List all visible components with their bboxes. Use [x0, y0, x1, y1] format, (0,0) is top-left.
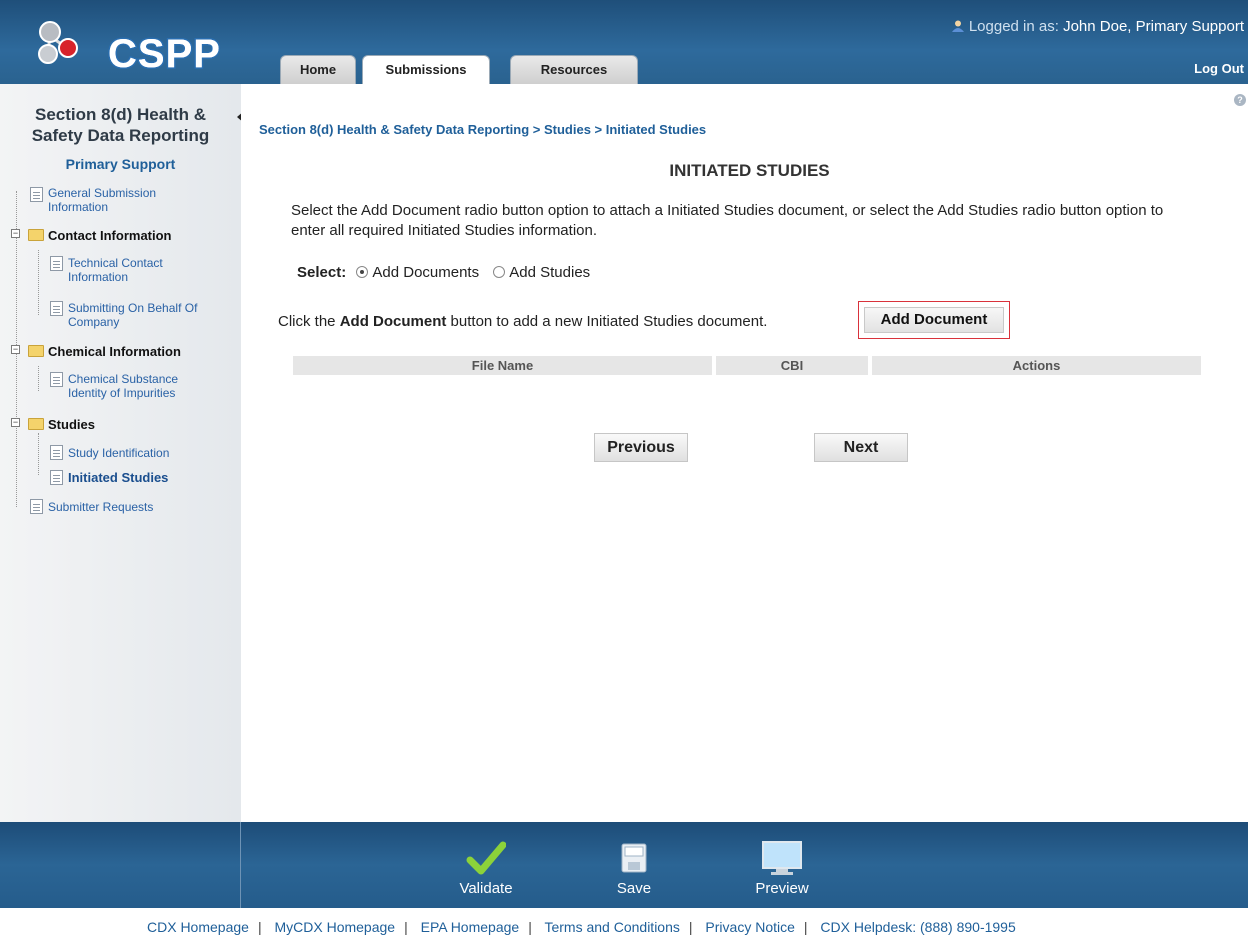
collapse-toggle-icon[interactable]: − — [11, 229, 20, 238]
link-helpdesk[interactable]: CDX Helpdesk: (888) 890-1995 — [820, 919, 1015, 935]
radio-add-documents-label[interactable]: Add Documents — [372, 264, 479, 281]
link-separator: | — [404, 919, 408, 935]
document-icon — [50, 445, 63, 460]
sidebar-title-line2: Safety Data Reporting — [31, 126, 210, 145]
radio-add-studies[interactable] — [493, 266, 506, 278]
tree-line — [38, 433, 39, 475]
document-icon — [50, 301, 63, 316]
tree-line — [38, 250, 39, 315]
sidebar-item-label: Information — [48, 200, 109, 214]
link-mycdx-homepage[interactable]: MyCDX Homepage — [274, 919, 395, 935]
sidebar-item-study-identification[interactable]: Study Identification — [68, 446, 169, 460]
select-row: Select: Add Documents Add Studies — [297, 264, 590, 281]
column-actions: Actions — [872, 356, 1201, 375]
help-icon[interactable]: ? — [1234, 94, 1246, 106]
app-header: CSPP Home Submissions Resources Logged i… — [0, 0, 1248, 85]
select-label: Select: — [297, 264, 347, 281]
sidebar-item-label: Chemical Substance — [68, 372, 179, 386]
login-prefix: Logged in as: — [968, 18, 1059, 35]
validate-action[interactable]: Validate — [446, 840, 526, 897]
sidebar-item-submitting-on-behalf[interactable]: Submitting On Behalf Of Company — [68, 301, 197, 329]
document-icon — [50, 470, 63, 485]
add-document-button[interactable]: Add Document — [864, 307, 1004, 333]
sidebar-item-label: Submitting On Behalf Of — [68, 301, 198, 315]
document-icon — [30, 187, 43, 202]
add-document-instructions: Click the Add Document button to add a n… — [278, 313, 767, 330]
login-name: John Doe, Primary Support — [1063, 18, 1244, 35]
validate-label: Validate — [459, 880, 513, 897]
sidebar-group-contact-information[interactable]: Contact Information — [48, 229, 172, 243]
checkmark-icon — [466, 841, 506, 875]
folder-icon — [28, 418, 44, 430]
instructions-text: Select the Add Document radio button opt… — [291, 202, 1164, 239]
cspp-logo[interactable]: CSPP — [28, 12, 221, 78]
sidebar: Section 8(d) Health & Safety Data Report… — [0, 84, 241, 822]
tree-line — [38, 366, 39, 391]
save-label: Save — [616, 880, 652, 897]
document-icon — [50, 256, 63, 271]
link-privacy[interactable]: Privacy Notice — [705, 919, 794, 935]
sidebar-item-label: Information — [68, 270, 129, 284]
user-icon — [951, 20, 964, 32]
documents-table-header: File Name CBI Actions — [293, 356, 1201, 375]
tab-submissions[interactable]: Submissions — [362, 55, 490, 85]
sidebar-item-chemical-substance[interactable]: Chemical Substance Identity of Impuritie… — [68, 372, 178, 400]
previous-button[interactable]: Previous — [594, 433, 688, 462]
sidebar-title: Section 8(d) Health & Safety Data Report… — [0, 104, 241, 146]
folder-icon — [28, 229, 44, 241]
document-icon — [50, 372, 63, 387]
page-title: INITIATED STUDIES — [669, 161, 830, 180]
column-cbi[interactable]: CBI — [716, 356, 868, 375]
action-bar-left — [0, 822, 241, 908]
sidebar-item-label: Company — [68, 315, 120, 329]
collapse-toggle-icon[interactable]: − — [11, 418, 20, 427]
click-suffix: button to add a new Initiated Studies do… — [450, 313, 768, 330]
link-cdx-homepage[interactable]: CDX Homepage — [147, 919, 249, 935]
document-icon — [30, 499, 43, 514]
folder-icon — [28, 345, 44, 357]
sidebar-group-studies[interactable]: Studies — [48, 418, 95, 432]
link-epa-homepage[interactable]: EPA Homepage — [421, 919, 520, 935]
link-separator: | — [528, 919, 532, 935]
molecule-icon — [38, 21, 78, 64]
click-bold: Add Document — [339, 313, 447, 330]
sidebar-title-line1: Section 8(d) Health & — [35, 105, 206, 124]
save-action[interactable]: Save — [604, 840, 664, 897]
monitor-icon — [762, 841, 802, 875]
sidebar-item-label: General Submission — [48, 186, 157, 200]
preview-action[interactable]: Preview — [740, 840, 824, 897]
action-bar: Validate Save Preview — [0, 822, 1248, 908]
logout-link[interactable]: Log Out — [1194, 61, 1244, 76]
collapse-toggle-icon[interactable]: − — [11, 345, 20, 354]
add-document-highlight: Add Document — [858, 301, 1010, 339]
sidebar-item-label: Technical Contact — [68, 256, 163, 270]
sidebar-item-submitter-requests[interactable]: Submitter Requests — [48, 500, 153, 514]
tab-home[interactable]: Home — [280, 55, 356, 84]
column-file-name[interactable]: File Name — [293, 356, 712, 375]
logo-text: CSPP — [107, 31, 222, 78]
preview-label: Preview — [755, 880, 809, 897]
login-status: Logged in as: John Doe, Primary Support — [951, 18, 1244, 35]
sidebar-item-general-submission[interactable]: General Submission Information — [48, 186, 156, 214]
sidebar-role: Primary Support — [65, 156, 176, 172]
radio-add-studies-label[interactable]: Add Studies — [509, 264, 590, 281]
tab-resources[interactable]: Resources — [510, 55, 638, 84]
save-icon — [621, 843, 647, 873]
next-button[interactable]: Next — [814, 433, 908, 462]
click-prefix: Click the — [278, 313, 336, 330]
link-separator: | — [688, 919, 693, 935]
link-terms[interactable]: Terms and Conditions — [544, 919, 679, 935]
sidebar-item-technical-contact[interactable]: Technical Contact Information — [68, 256, 163, 284]
radio-add-documents[interactable] — [356, 266, 369, 278]
sidebar-item-label: Identity of Impurities — [68, 386, 176, 400]
footer-links: CDX Homepage | MyCDX Homepage | EPA Homepa… — [0, 908, 1248, 946]
breadcrumb[interactable]: Section 8(d) Health & Safety Data Report… — [259, 122, 706, 137]
link-separator: | — [803, 919, 808, 935]
main-content: ? Section 8(d) Health & Safety Data Repo… — [241, 84, 1248, 822]
sidebar-item-initiated-studies[interactable]: Initiated Studies — [68, 471, 168, 485]
link-separator: | — [257, 919, 262, 935]
sidebar-group-chemical-information[interactable]: Chemical Information — [48, 345, 181, 359]
